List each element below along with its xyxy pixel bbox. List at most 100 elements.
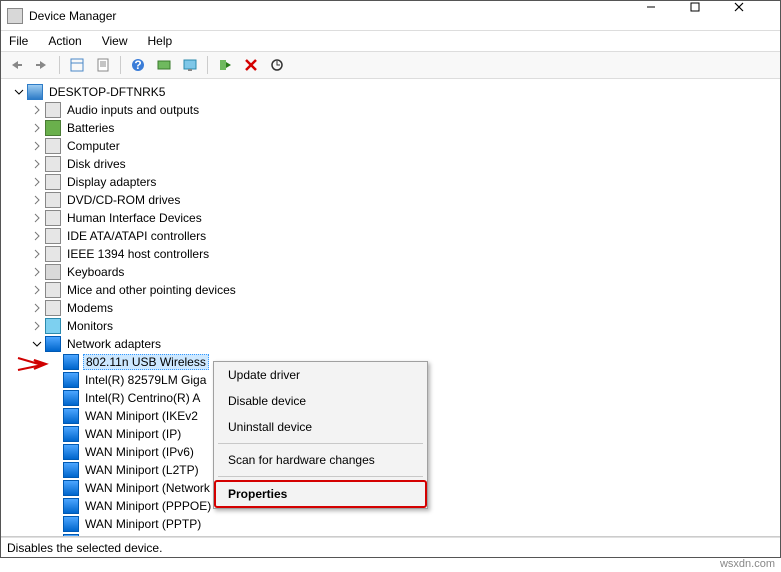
context-menu-item[interactable]: Disable device — [214, 388, 427, 414]
expand-icon[interactable] — [31, 284, 43, 296]
expand-icon[interactable] — [31, 320, 43, 332]
category-label: Keyboards — [65, 265, 126, 279]
properties-sheet-button[interactable] — [92, 54, 114, 76]
expand-icon[interactable] — [31, 122, 43, 134]
network-adapter-icon — [63, 444, 79, 460]
uninstall-button[interactable] — [240, 54, 262, 76]
tree-category[interactable]: Computer — [1, 137, 780, 155]
network-adapter-icon — [63, 516, 79, 532]
expand-icon[interactable] — [31, 104, 43, 116]
category-label: Batteries — [65, 121, 116, 135]
app-icon — [7, 8, 23, 24]
category-icon — [45, 336, 61, 352]
menu-view[interactable]: View — [98, 32, 132, 50]
category-label: Disk drives — [65, 157, 128, 171]
root-label: DESKTOP-DFTNRK5 — [47, 85, 167, 99]
expand-icon[interactable] — [31, 176, 43, 188]
menu-separator — [218, 443, 423, 444]
network-adapter-icon — [63, 354, 79, 370]
tree-category[interactable]: Mice and other pointing devices — [1, 281, 780, 299]
tree-category[interactable]: Network adapters — [1, 335, 780, 353]
network-adapter-icon — [63, 498, 79, 514]
watermark: wsxdn.com — [720, 558, 775, 570]
toolbar: ? — [1, 51, 780, 79]
expand-icon[interactable] — [31, 266, 43, 278]
device-label: WAN Miniport (IP) — [83, 427, 183, 441]
tree-category[interactable]: Batteries — [1, 119, 780, 137]
window-title: Device Manager — [29, 9, 646, 23]
context-menu-item[interactable]: Update driver — [214, 362, 427, 388]
expand-icon[interactable] — [31, 158, 43, 170]
category-icon — [45, 282, 61, 298]
tree-device[interactable]: WAN Miniport (SSTP) — [1, 533, 780, 536]
network-adapter-icon — [63, 408, 79, 424]
device-label: WAN Miniport (SSTP) — [83, 535, 203, 536]
collapse-icon[interactable] — [13, 86, 25, 98]
expand-icon[interactable] — [31, 248, 43, 260]
tree-category[interactable]: Modems — [1, 299, 780, 317]
status-text: Disables the selected device. — [7, 541, 162, 555]
forward-button[interactable] — [31, 54, 53, 76]
minimize-button[interactable] — [646, 2, 690, 30]
toolbar-separator — [120, 56, 121, 74]
tree-category[interactable]: IDE ATA/ATAPI controllers — [1, 227, 780, 245]
category-label: DVD/CD-ROM drives — [65, 193, 182, 207]
device-label: WAN Miniport (IKEv2 — [83, 409, 200, 423]
expand-icon[interactable] — [31, 194, 43, 206]
tree-category[interactable]: Keyboards — [1, 263, 780, 281]
expand-icon[interactable] — [31, 140, 43, 152]
network-adapter-icon — [63, 480, 79, 496]
category-icon — [45, 318, 61, 334]
device-label: WAN Miniport (IPv6) — [83, 445, 196, 459]
computer-icon — [27, 84, 43, 100]
tree-category[interactable]: Monitors — [1, 317, 780, 335]
expand-icon[interactable] — [31, 230, 43, 242]
tree-category[interactable]: Human Interface Devices — [1, 209, 780, 227]
enable-device-button[interactable] — [214, 54, 236, 76]
annotation-arrow — [16, 354, 50, 374]
maximize-button[interactable] — [690, 2, 734, 30]
category-label: IDE ATA/ATAPI controllers — [65, 229, 208, 243]
close-button[interactable] — [734, 2, 778, 30]
svg-text:?: ? — [134, 58, 141, 72]
show-hidden-button[interactable] — [66, 54, 88, 76]
category-label: Modems — [65, 301, 115, 315]
expand-icon[interactable] — [31, 212, 43, 224]
category-label: Mice and other pointing devices — [65, 283, 238, 297]
network-adapter-icon — [63, 372, 79, 388]
update-driver-button[interactable] — [153, 54, 175, 76]
context-menu-item[interactable]: Scan for hardware changes — [214, 447, 427, 473]
expand-icon[interactable] — [31, 302, 43, 314]
category-label: Display adapters — [65, 175, 158, 189]
category-icon — [45, 264, 61, 280]
context-menu-item[interactable]: Uninstall device — [214, 414, 427, 440]
tree-device[interactable]: WAN Miniport (PPTP) — [1, 515, 780, 533]
category-icon — [45, 138, 61, 154]
device-label: WAN Miniport (L2TP) — [83, 463, 201, 477]
menu-action[interactable]: Action — [44, 32, 85, 50]
network-adapter-icon — [63, 390, 79, 406]
tree-category[interactable]: Disk drives — [1, 155, 780, 173]
tree-category[interactable]: Audio inputs and outputs — [1, 101, 780, 119]
menu-file[interactable]: File — [5, 32, 32, 50]
help-button[interactable]: ? — [127, 54, 149, 76]
back-button[interactable] — [5, 54, 27, 76]
category-icon — [45, 192, 61, 208]
device-label: WAN Miniport (PPTP) — [83, 517, 203, 531]
network-adapter-icon — [63, 426, 79, 442]
tree-category[interactable]: Display adapters — [1, 173, 780, 191]
tree-root[interactable]: DESKTOP-DFTNRK5 — [1, 83, 780, 101]
scan-hardware-button[interactable] — [179, 54, 201, 76]
scan-changes-button[interactable] — [266, 54, 288, 76]
expand-icon[interactable] — [31, 338, 43, 350]
category-label: Audio inputs and outputs — [65, 103, 201, 117]
category-label: Computer — [65, 139, 122, 153]
menu-help[interactable]: Help — [144, 32, 177, 50]
context-menu: Update driverDisable deviceUninstall dev… — [213, 361, 428, 509]
menubar: File Action View Help — [1, 31, 780, 51]
context-menu-item[interactable]: Properties — [214, 480, 427, 508]
tree-category[interactable]: IEEE 1394 host controllers — [1, 245, 780, 263]
toolbar-separator — [207, 56, 208, 74]
tree-category[interactable]: DVD/CD-ROM drives — [1, 191, 780, 209]
menu-separator — [218, 476, 423, 477]
